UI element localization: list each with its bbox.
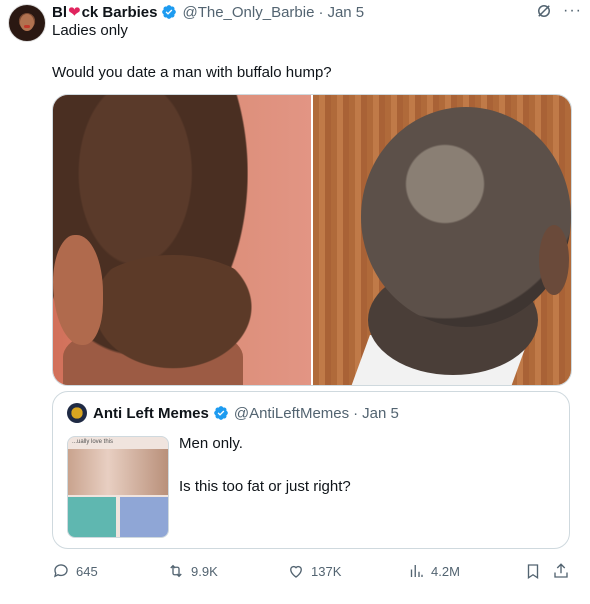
reply-count: 645: [76, 563, 98, 579]
repost-icon: [170, 564, 182, 578]
quoted-text-line1: Men only.: [179, 435, 243, 452]
media-photo-left[interactable]: [53, 95, 311, 385]
thumb-caption: ...ually love this: [72, 439, 114, 445]
verified-badge-icon: [162, 5, 177, 19]
author-name-part2: ck Barbies: [81, 3, 158, 21]
like-count: 137K: [311, 563, 342, 579]
reply-button[interactable]: 645: [52, 562, 98, 580]
bookmark-button[interactable]: [524, 562, 542, 585]
views-bar-chart-icon: [410, 565, 423, 577]
grok-icon[interactable]: [535, 2, 553, 20]
media-photo-right[interactable]: [313, 95, 571, 385]
heart-outline-icon: [290, 565, 302, 578]
avatar-lips: [24, 25, 30, 28]
tweet-top-actions: ···: [535, 2, 582, 20]
thumb-bottom-right-image: [120, 497, 168, 537]
heart-icon: ❤: [68, 4, 81, 21]
repost-button[interactable]: 9.9K: [167, 562, 218, 580]
views-count: 4.2M: [431, 563, 460, 579]
tweet-media[interactable]: [52, 94, 572, 386]
share-button[interactable]: [552, 562, 570, 585]
author-avatar[interactable]: [8, 4, 46, 42]
tweet-text: Would you date a man with buffalo hump?: [52, 64, 332, 81]
thumb-bottom-left-image: [68, 497, 116, 537]
repost-count: 9.9K: [191, 563, 218, 579]
photo-hump: [73, 255, 273, 385]
tweet-date[interactable]: Jan 5: [327, 4, 364, 21]
quoted-tweet[interactable]: Anti Left Memes @AntiLeftMemes · Jan 5 .…: [52, 391, 570, 549]
tweet-header: Bl ❤ ck Barbies @The_Only_Barbie · Jan 5: [52, 2, 590, 22]
quoted-avatar[interactable]: [67, 403, 87, 423]
separator-dot: ·: [318, 3, 324, 21]
author-name-part1: Bl: [52, 3, 67, 21]
share-icon: [554, 563, 568, 578]
reply-icon: [53, 564, 68, 578]
separator-dot: ·: [353, 404, 359, 422]
quoted-date[interactable]: Jan 5: [362, 405, 399, 422]
views-button[interactable]: 4.2M: [407, 562, 460, 580]
photo-head: [361, 107, 571, 327]
tweet-subtitle: Ladies only: [52, 22, 128, 39]
quoted-author-name[interactable]: Anti Left Memes: [93, 405, 209, 422]
bookmark-icon: [527, 564, 539, 580]
quoted-text-line2: Is this too fat or just right?: [179, 478, 351, 495]
tweet-actions: 645 9.9K 137K 4.2M: [52, 562, 572, 582]
quoted-thumbnail[interactable]: ...ually love this: [67, 436, 169, 538]
avatar-face: [20, 14, 34, 31]
photo-ear: [539, 225, 569, 295]
quoted-header: Anti Left Memes @AntiLeftMemes · Jan 5: [67, 403, 399, 423]
author-handle[interactable]: @The_Only_Barbie: [182, 4, 314, 21]
quoted-handle[interactable]: @AntiLeftMemes: [234, 405, 349, 422]
verified-badge-icon: [214, 406, 228, 420]
more-options-icon[interactable]: ···: [563, 2, 582, 20]
like-button[interactable]: 137K: [287, 562, 341, 580]
author-name[interactable]: Bl ❤ ck Barbies: [52, 3, 158, 22]
thumb-top-image: [68, 449, 168, 495]
